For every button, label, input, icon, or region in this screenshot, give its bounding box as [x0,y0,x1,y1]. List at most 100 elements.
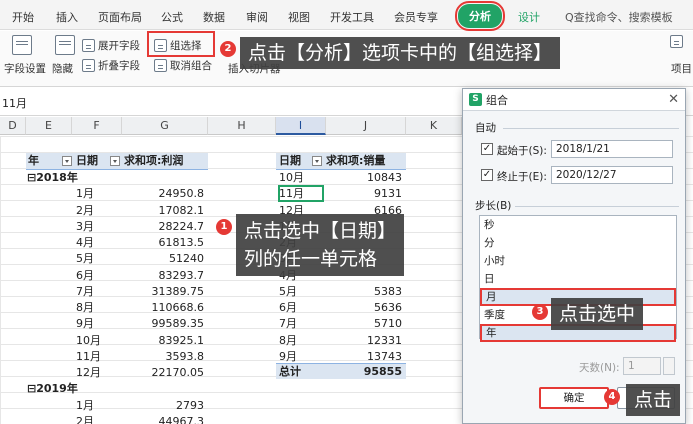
pivot-right-date-cell[interactable]: 7月 [279,316,297,332]
collapse-field-button[interactable]: 折叠字段 [82,58,140,73]
pivot-left-profit-cell[interactable]: 3593.8 [122,349,205,365]
end-auto-checkbox[interactable]: ✓ [481,169,493,181]
end-date-input[interactable]: 2020/12/27 [551,166,673,184]
pivot-left-month-label[interactable]: 5月 [76,251,94,267]
pivot-right-total-row[interactable]: 总计 95855 [276,363,406,379]
pivot-left-profit-cell[interactable]: 44967.3 [122,414,205,424]
pivot-right-header: 日期 求和项:销量 [276,153,406,170]
pivot-left-profit-cell[interactable] [122,170,204,186]
pivot-left-month-label[interactable]: 7月 [76,284,94,300]
pivot-left-month-label[interactable]: 8月 [76,300,94,316]
pivot-left-month-label[interactable]: 11月 [76,349,101,365]
tab-page-layout[interactable]: 页面布局 [98,9,142,25]
pivot-left-month-label[interactable]: 9月 [76,316,94,332]
items-button[interactable]: 项目 [671,61,692,76]
pivot-left-profit-cell[interactable] [122,381,204,397]
filter-dropdown-icon[interactable] [110,156,120,166]
column-header-d[interactable]: D [0,117,26,135]
pivot-left-year-header[interactable]: 年 [28,153,39,169]
field-settings-button[interactable]: 字段设置 [4,61,46,76]
column-header-h[interactable]: H [208,117,276,135]
step-option-second[interactable]: 秒 [480,216,676,234]
ungroup-icon [154,59,167,72]
column-header-i[interactable]: I [276,117,326,135]
spinner-arrows-icon[interactable] [663,357,675,375]
pivot-left-month-label[interactable]: 3月 [76,219,94,235]
ungroup-button[interactable]: 取消组合 [154,58,212,73]
step-1-badge: 1 [216,219,232,235]
active-cell-highlight [278,185,324,202]
pivot-left-month-label[interactable]: 4月 [76,235,94,251]
pivot-right-date-cell[interactable]: 6月 [279,300,297,316]
pivot-left-month-label[interactable]: 2月 [76,414,94,424]
pivot-left-month-label[interactable]: 10月 [76,333,101,349]
pivot-right-sales-cell[interactable]: 5383 [326,284,402,300]
tab-data[interactable]: 数据 [203,9,225,25]
column-header-k[interactable]: K [406,117,462,135]
fx-icon[interactable] [670,35,683,48]
search-command-input[interactable]: Q查找命令、搜索模板 [565,9,673,25]
pivot-left-profit-cell[interactable]: 83293.7 [122,268,205,284]
pivot-left-month-label[interactable]: 1月 [76,186,94,202]
pivot-right-sales-cell[interactable]: 10843 [326,170,402,186]
column-header-g[interactable]: G [122,117,208,135]
step-option-minute[interactable]: 分 [480,234,676,252]
filter-dropdown-icon[interactable] [62,156,72,166]
tab-insert[interactable]: 插入 [56,9,78,25]
pivot-right-sales-cell[interactable]: 9131 [326,186,402,202]
start-auto-checkbox[interactable]: ✓ [481,143,493,155]
pivot-right-sales-cell[interactable]: 5710 [326,316,402,332]
tab-analyze[interactable]: 分析 [455,1,505,31]
pivot-left-profit-cell[interactable]: 2793 [122,398,204,414]
step-option-day[interactable]: 日 [480,270,676,288]
collapse-field-icon [82,59,95,72]
pivot-right-date-header[interactable]: 日期 [279,153,301,169]
step-section-label: 步长(B) [475,200,512,212]
pivot-left-month-label[interactable]: 2月 [76,203,94,219]
step-option-hour[interactable]: 小时 [480,252,676,270]
pivot-left-profit-cell[interactable]: 99589.35 [122,316,205,332]
pivot-left-profit-cell[interactable]: 31389.75 [122,284,205,300]
column-header-f[interactable]: F [72,117,122,135]
ok-button[interactable]: 确定 [539,387,609,409]
tab-view[interactable]: 视图 [288,9,310,25]
pivot-left-profit-header[interactable]: 求和项:利润 [124,153,183,169]
pivot-left-month-label[interactable]: 1月 [76,398,94,414]
field-settings-icon[interactable] [12,35,32,55]
pivot-left-date-header[interactable]: 日期 [76,153,98,169]
expand-field-button[interactable]: 展开字段 [82,38,140,53]
tab-developer[interactable]: 开发工具 [330,9,374,25]
pivot-left-profit-cell[interactable]: 28224.7 [122,219,205,235]
days-input[interactable]: 1 [623,357,661,375]
ribbon-tab-bar: 开始 插入 页面布局 公式 数据 审阅 视图 开发工具 会员专享 分析 设计 Q… [0,0,693,31]
pivot-left-profit-cell[interactable]: 110668.6 [122,300,205,316]
tab-home[interactable]: 开始 [12,9,34,25]
pivot-left-profit-cell[interactable]: 22170.05 [122,365,205,381]
tab-member[interactable]: 会员专享 [394,9,438,25]
pivot-left-profit-cell[interactable]: 24950.8 [122,186,205,202]
pivot-left-year-label[interactable]: ⊟2019年 [27,381,78,397]
tab-formulas[interactable]: 公式 [161,9,183,25]
pivot-left-profit-cell[interactable]: 83925.1 [122,333,205,349]
pivot-left-profit-cell[interactable]: 17082.1 [122,203,205,219]
column-header-e[interactable]: E [26,117,72,135]
pivot-right-date-cell[interactable]: 8月 [279,333,297,349]
pivot-right-sales-cell[interactable]: 5636 [326,300,402,316]
pivot-right-date-cell[interactable]: 5月 [279,284,297,300]
pivot-left-month-label[interactable]: 12月 [76,365,101,381]
pivot-left-year-label[interactable]: ⊟2018年 [27,170,78,186]
pivot-right-sales-cell[interactable]: 12331 [326,333,402,349]
tab-design[interactable]: 设计 [518,9,540,25]
pivot-right-sales-header[interactable]: 求和项:销量 [326,153,385,169]
close-icon[interactable]: ✕ [668,92,679,107]
tab-review[interactable]: 审阅 [246,9,268,25]
pivot-left-month-label[interactable]: 6月 [76,268,94,284]
pivot-left-profit-cell[interactable]: 61813.5 [122,235,205,251]
hide-icon[interactable] [55,35,75,55]
pivot-right-date-cell[interactable]: 10月 [279,170,304,186]
hide-button[interactable]: 隐藏 [52,61,73,76]
column-header-j[interactable]: J [326,117,406,135]
pivot-left-profit-cell[interactable]: 51240 [122,251,204,267]
filter-dropdown-icon[interactable] [312,156,322,166]
start-date-input[interactable]: 2018/1/21 [551,140,673,158]
